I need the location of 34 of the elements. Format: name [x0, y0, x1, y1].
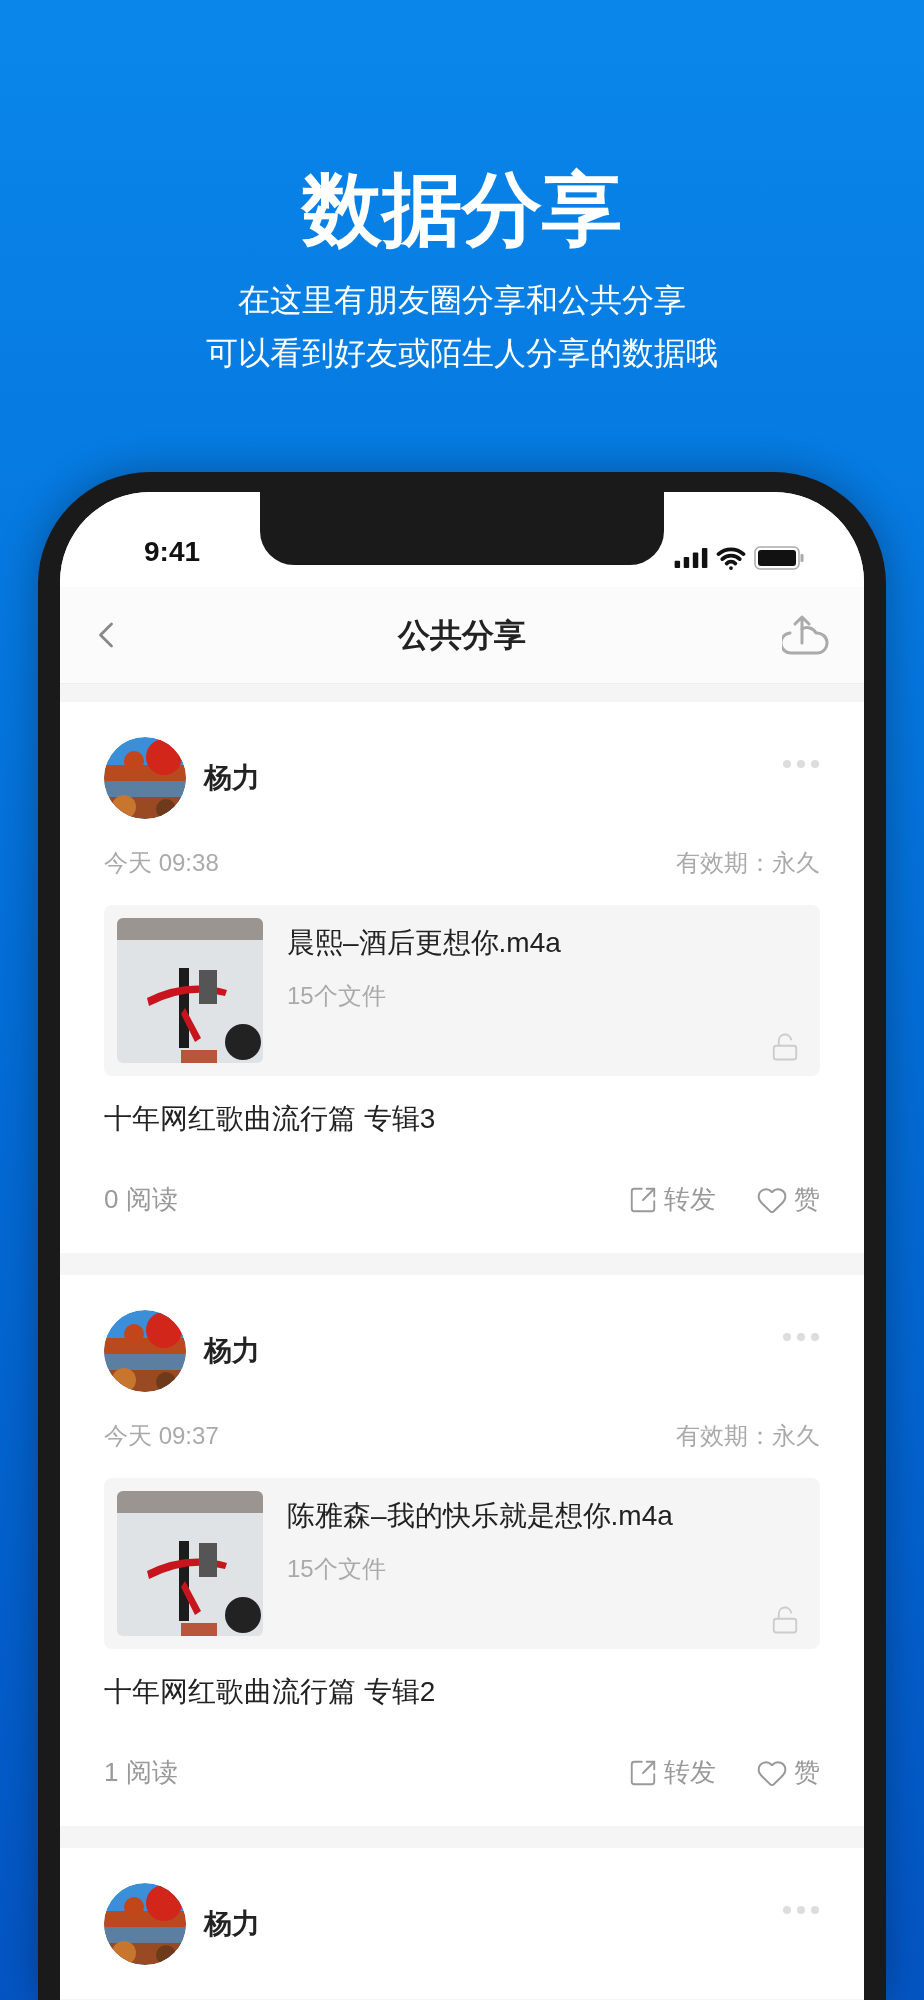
post-time: 今天 09:37 — [104, 1421, 219, 1451]
headline: 数据分享 — [302, 164, 622, 256]
more-icon[interactable] — [782, 759, 820, 769]
subtitle-line: 可以看到好友或陌生人分享的数据哦 — [206, 334, 718, 373]
forward-button[interactable]: 转发 — [628, 1180, 716, 1219]
file-count: 15个文件 — [287, 1554, 387, 1584]
status-time: 9:41 — [144, 535, 201, 569]
validity-label: 有效期：永久 — [676, 1421, 820, 1451]
battery-icon — [754, 546, 804, 570]
read-count: 0 阅读 — [104, 1183, 178, 1216]
post-title: 十年网红歌曲流行篇 专辑3 — [104, 1102, 437, 1136]
file-card[interactable]: 晨熙–酒后更想你.m4a 15个文件 — [104, 905, 820, 1076]
forward-button[interactable]: 转发 — [628, 1753, 716, 1792]
signal-icon — [674, 548, 708, 568]
author-name: 杨力 — [204, 761, 260, 795]
file-name: 陈雅森–我的快乐就是想你.m4a — [287, 1499, 673, 1533]
unlock-icon — [770, 1032, 800, 1062]
post-time: 今天 09:38 — [104, 848, 219, 878]
more-icon[interactable] — [782, 1332, 820, 1342]
unlock-icon — [770, 1605, 800, 1635]
subtitle-line: 在这里有朋友圈分享和公共分享 — [238, 281, 686, 320]
file-count: 15个文件 — [287, 981, 387, 1011]
nav-title: 公共分享 — [398, 616, 526, 655]
post-title: 十年网红歌曲流行篇 专辑2 — [104, 1675, 437, 1709]
like-button[interactable]: 赞 — [756, 1753, 820, 1792]
like-button[interactable]: 赞 — [756, 1180, 820, 1219]
cloud-upload-icon[interactable] — [782, 613, 830, 657]
read-count: 1 阅读 — [104, 1756, 178, 1789]
validity-label: 有效期：永久 — [676, 848, 820, 878]
author-name: 杨力 — [204, 1334, 260, 1368]
more-icon[interactable] — [782, 1905, 820, 1915]
file-name: 晨熙–酒后更想你.m4a — [287, 926, 561, 960]
file-card[interactable]: 陈雅森–我的快乐就是想你.m4a 15个文件 — [104, 1478, 820, 1649]
author-name: 杨力 — [204, 1907, 260, 1941]
